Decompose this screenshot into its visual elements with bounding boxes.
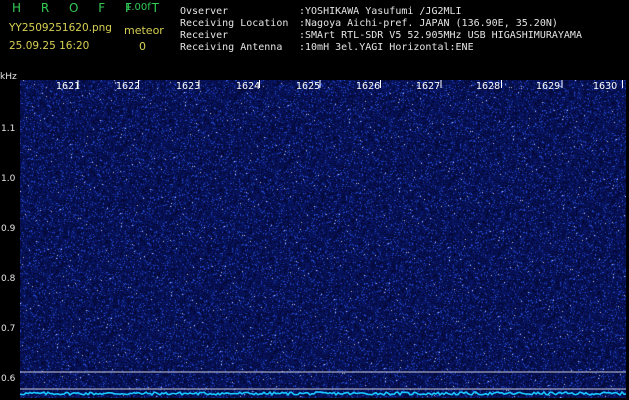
y-tick-label: 0.9: [1, 224, 16, 234]
spectrogram-overlay: [20, 80, 626, 397]
x-tick-label: 1625: [296, 81, 321, 92]
info-observer-key: Ovserver: [180, 6, 229, 17]
x-tick-label: 1624: [236, 81, 261, 92]
datetime-label: 25.09.25 16:20: [9, 40, 90, 52]
header-bar: H R O F F T 1.00f YY2509251620.png 25.09…: [0, 0, 629, 72]
x-tick-label: 1629: [536, 81, 561, 92]
info-receiver-value: :SMArt RTL-SDR V5 52.905MHz USB HIGASHIM…: [299, 30, 582, 41]
spectrogram-plot[interactable]: [20, 80, 626, 398]
y-tick-label: 1.0: [1, 174, 16, 184]
y-tick-label: 1.1: [1, 124, 16, 134]
info-location-value: :Nagoya Aichi-pref. JAPAN (136.90E, 35.2…: [299, 18, 558, 29]
x-tick-label: 1623: [176, 81, 201, 92]
version-label: 1.00f: [125, 2, 151, 13]
y-tick-label: 0.6: [1, 374, 16, 384]
meteor-count: 0: [139, 40, 146, 53]
info-observer-value: :YOSHIKAWA Yasufumi /JG2MLI: [299, 6, 462, 17]
x-tick-label: 1628: [476, 81, 501, 92]
y-tick-label: 0.8: [1, 274, 16, 284]
info-receiver-key: Receiver: [180, 30, 229, 41]
info-location-key: Receiving Location: [180, 18, 289, 29]
meteor-label: meteor: [124, 24, 164, 37]
filename-label: YY2509251620.png: [9, 22, 112, 34]
y-axis: [0, 72, 20, 400]
x-tick-label: 1627: [416, 81, 441, 92]
y-axis-unit: kHz: [0, 72, 17, 82]
info-antenna-key: Receiving Antenna: [180, 42, 283, 53]
info-observer: Ovserver :YOSHIKAWA Yasufumi /JG2MLI: [180, 6, 462, 17]
x-tick-label: 1622: [116, 81, 141, 92]
signal-level-trace: [20, 390, 626, 397]
x-tick-label: 1626: [356, 81, 381, 92]
x-tick-label: 1630: [593, 81, 618, 92]
info-location: Receiving Location :Nagoya Aichi-pref. JA…: [180, 18, 558, 29]
x-tick-label: 1621: [56, 81, 81, 92]
info-receiver: Receiver :SMArt RTL-SDR V5 52.905MHz USB …: [180, 30, 582, 41]
info-antenna: Receiving Antenna :10mH 3el.YAGI Horizont…: [180, 42, 474, 53]
y-tick-label: 0.7: [1, 324, 16, 334]
info-antenna-value: :10mH 3el.YAGI Horizontal:ENE: [299, 42, 474, 53]
